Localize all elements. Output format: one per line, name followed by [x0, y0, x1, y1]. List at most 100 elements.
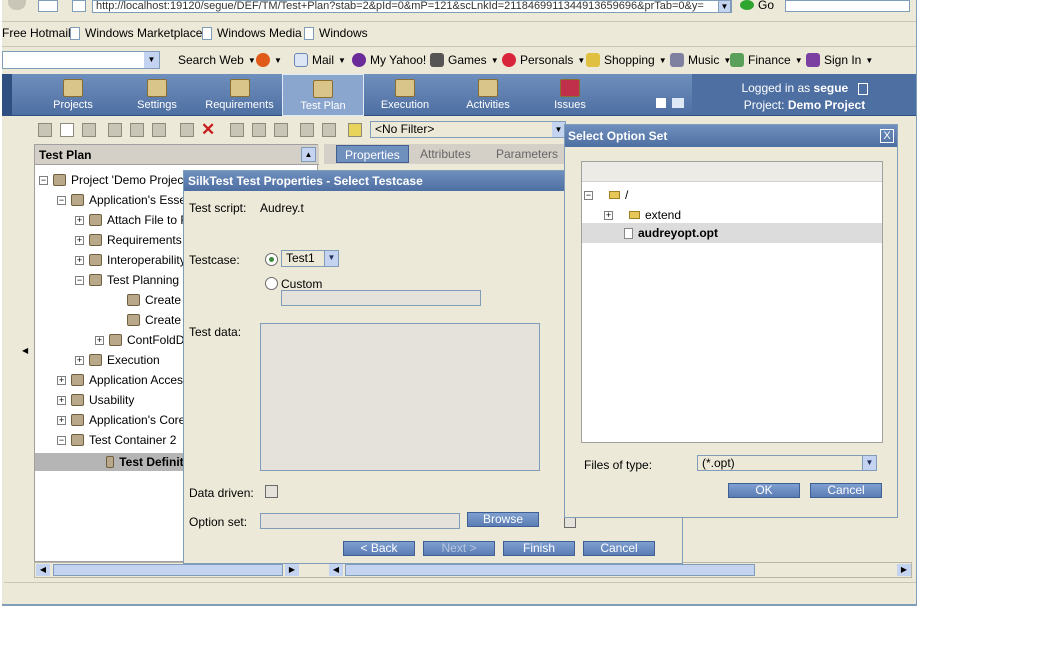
link-free-hotmail[interactable]: Free Hotmail: [2, 26, 71, 40]
paste-icon[interactable]: [274, 123, 288, 137]
add-sibling-icon[interactable]: [152, 123, 166, 137]
shopping-button[interactable]: Shopping ▼: [586, 53, 667, 67]
link-windows[interactable]: Windows: [304, 26, 368, 40]
back-icon[interactable]: [8, 0, 26, 10]
move-down-icon[interactable]: [322, 123, 336, 137]
tree-item[interactable]: Create Silk: [35, 313, 204, 327]
tree-item[interactable]: + Application's Core F: [35, 413, 196, 427]
filter-icon[interactable]: [348, 123, 362, 137]
files-of-type-select[interactable]: (*.opt) ▼: [697, 455, 877, 471]
horizontal-scrollbar[interactable]: ◀ ▶ ◀ ▶: [34, 562, 912, 578]
finance-button[interactable]: Finance ▼: [730, 53, 803, 67]
tree-item[interactable]: − Application's Essen: [35, 193, 193, 207]
finish-button[interactable]: Finish: [503, 541, 575, 556]
tree-node-file[interactable]: audreyopt.opt: [582, 223, 882, 243]
view-icon[interactable]: [38, 123, 52, 137]
tab-issues[interactable]: Issues: [542, 74, 598, 116]
address-input[interactable]: http://localhost:19120/segue/DEF/TM/Test…: [92, 0, 732, 13]
tab-requirements[interactable]: Requirements: [202, 74, 277, 116]
back-button[interactable]: < Back: [343, 541, 415, 556]
collapse-icon[interactable]: −: [57, 195, 66, 205]
tab-execution[interactable]: Execution: [370, 74, 440, 116]
mail-button[interactable]: Mail ▼: [294, 53, 346, 67]
tab-test-plan[interactable]: Test Plan: [282, 74, 364, 116]
copy-icon[interactable]: [252, 123, 266, 137]
tree-item[interactable]: − Project 'Demo Project': [35, 173, 189, 187]
ok-button[interactable]: OK: [728, 483, 800, 498]
tab-projects[interactable]: Projects: [42, 74, 104, 116]
sign-in-button[interactable]: Sign In ▼: [806, 53, 873, 67]
tree-item[interactable]: + Application Access: [35, 373, 189, 387]
my-yahoo-button[interactable]: My Yahoo!: [352, 53, 426, 67]
delete-icon[interactable]: ✕: [201, 120, 215, 140]
tree-item[interactable]: − Test Container 2: [35, 433, 176, 447]
go-button[interactable]: Go: [758, 0, 774, 12]
yahoo-search-dropdown[interactable]: ▼: [144, 52, 159, 68]
yahoo-shield-button[interactable]: ▼: [256, 53, 282, 67]
personals-button[interactable]: Personals ▼: [502, 53, 585, 67]
tab-settings[interactable]: Settings: [126, 74, 188, 116]
expand-icon[interactable]: +: [75, 215, 84, 225]
expand-icon[interactable]: +: [57, 375, 66, 385]
go-icon[interactable]: [740, 0, 754, 10]
expand-icon[interactable]: +: [95, 335, 104, 345]
filter-select[interactable]: <No Filter>: [370, 121, 566, 138]
expand-icon[interactable]: +: [75, 235, 84, 245]
custom-radio[interactable]: [265, 277, 278, 290]
collapse-icon[interactable]: −: [75, 275, 84, 285]
testcase-select[interactable]: Test1 ▼: [281, 250, 339, 267]
collapse-icon[interactable]: −: [39, 175, 48, 185]
tab-properties[interactable]: Properties: [336, 145, 409, 163]
collapse-icon[interactable]: −: [57, 435, 66, 445]
logout-icon[interactable]: [857, 82, 868, 95]
expand-icon[interactable]: +: [75, 255, 84, 265]
data-driven-checkbox[interactable]: [265, 485, 278, 498]
option-cancel-button[interactable]: Cancel: [810, 483, 882, 498]
add-child-icon[interactable]: [130, 123, 144, 137]
scroll-thumb-left[interactable]: [53, 564, 283, 576]
address-dropdown-arrow[interactable]: ▼: [718, 0, 731, 13]
view-icons-icon[interactable]: [82, 123, 96, 137]
expand-icon[interactable]: +: [75, 355, 84, 365]
expand-icon[interactable]: +: [57, 415, 66, 425]
close-icon[interactable]: X: [880, 129, 894, 143]
collapse-icon[interactable]: −: [584, 190, 593, 200]
cancel-button[interactable]: Cancel: [583, 541, 655, 556]
collapse-tree-button[interactable]: ▲: [301, 147, 316, 162]
next-button[interactable]: Next >: [423, 541, 495, 556]
tree-item[interactable]: + Interoperability: [35, 253, 186, 267]
tree-node-extend[interactable]: + extend: [604, 208, 681, 222]
expand-panel-arrow[interactable]: ◀: [22, 346, 28, 355]
testcase-radio[interactable]: [265, 253, 278, 266]
scroll-right-icon-2[interactable]: ▶: [897, 564, 911, 576]
link-windows-media[interactable]: Windows Media: [202, 26, 302, 40]
scroll-left-icon-2[interactable]: ◀: [329, 564, 343, 576]
test-data-textarea[interactable]: [260, 323, 540, 471]
tree-item[interactable]: Create Silk: [35, 293, 204, 307]
scroll-thumb-right[interactable]: [345, 564, 755, 576]
edit-icon[interactable]: [180, 123, 194, 137]
games-button[interactable]: Games ▼: [430, 53, 499, 67]
tree-item[interactable]: Test Definiti: [35, 453, 187, 471]
add-icon[interactable]: [108, 123, 122, 137]
tree-item[interactable]: + Usability: [35, 393, 134, 407]
cut-icon[interactable]: [230, 123, 244, 137]
tree-item[interactable]: + Requirements M: [35, 233, 195, 247]
music-button[interactable]: Music ▼: [670, 53, 731, 67]
browser-search-box[interactable]: [785, 0, 910, 12]
tab-attributes[interactable]: Attributes: [412, 145, 479, 163]
print-icon[interactable]: [672, 98, 684, 108]
tree-node-root[interactable]: − /: [584, 188, 628, 202]
tab-parameters[interactable]: Parameters: [488, 145, 566, 163]
browse-button[interactable]: Browse: [467, 512, 539, 527]
search-web-button[interactable]: Search Web ▼: [178, 53, 256, 67]
tree-item[interactable]: + Attach File to R: [35, 213, 189, 227]
scroll-left-icon[interactable]: ◀: [36, 564, 50, 576]
info-icon[interactable]: [656, 98, 666, 108]
scroll-right-icon[interactable]: ▶: [285, 564, 299, 576]
option-set-input[interactable]: [260, 513, 460, 529]
view-details-icon[interactable]: [60, 123, 74, 137]
move-up-icon[interactable]: [300, 123, 314, 137]
tree-item[interactable]: + Execution: [35, 353, 160, 367]
yahoo-search-input[interactable]: [2, 51, 160, 69]
